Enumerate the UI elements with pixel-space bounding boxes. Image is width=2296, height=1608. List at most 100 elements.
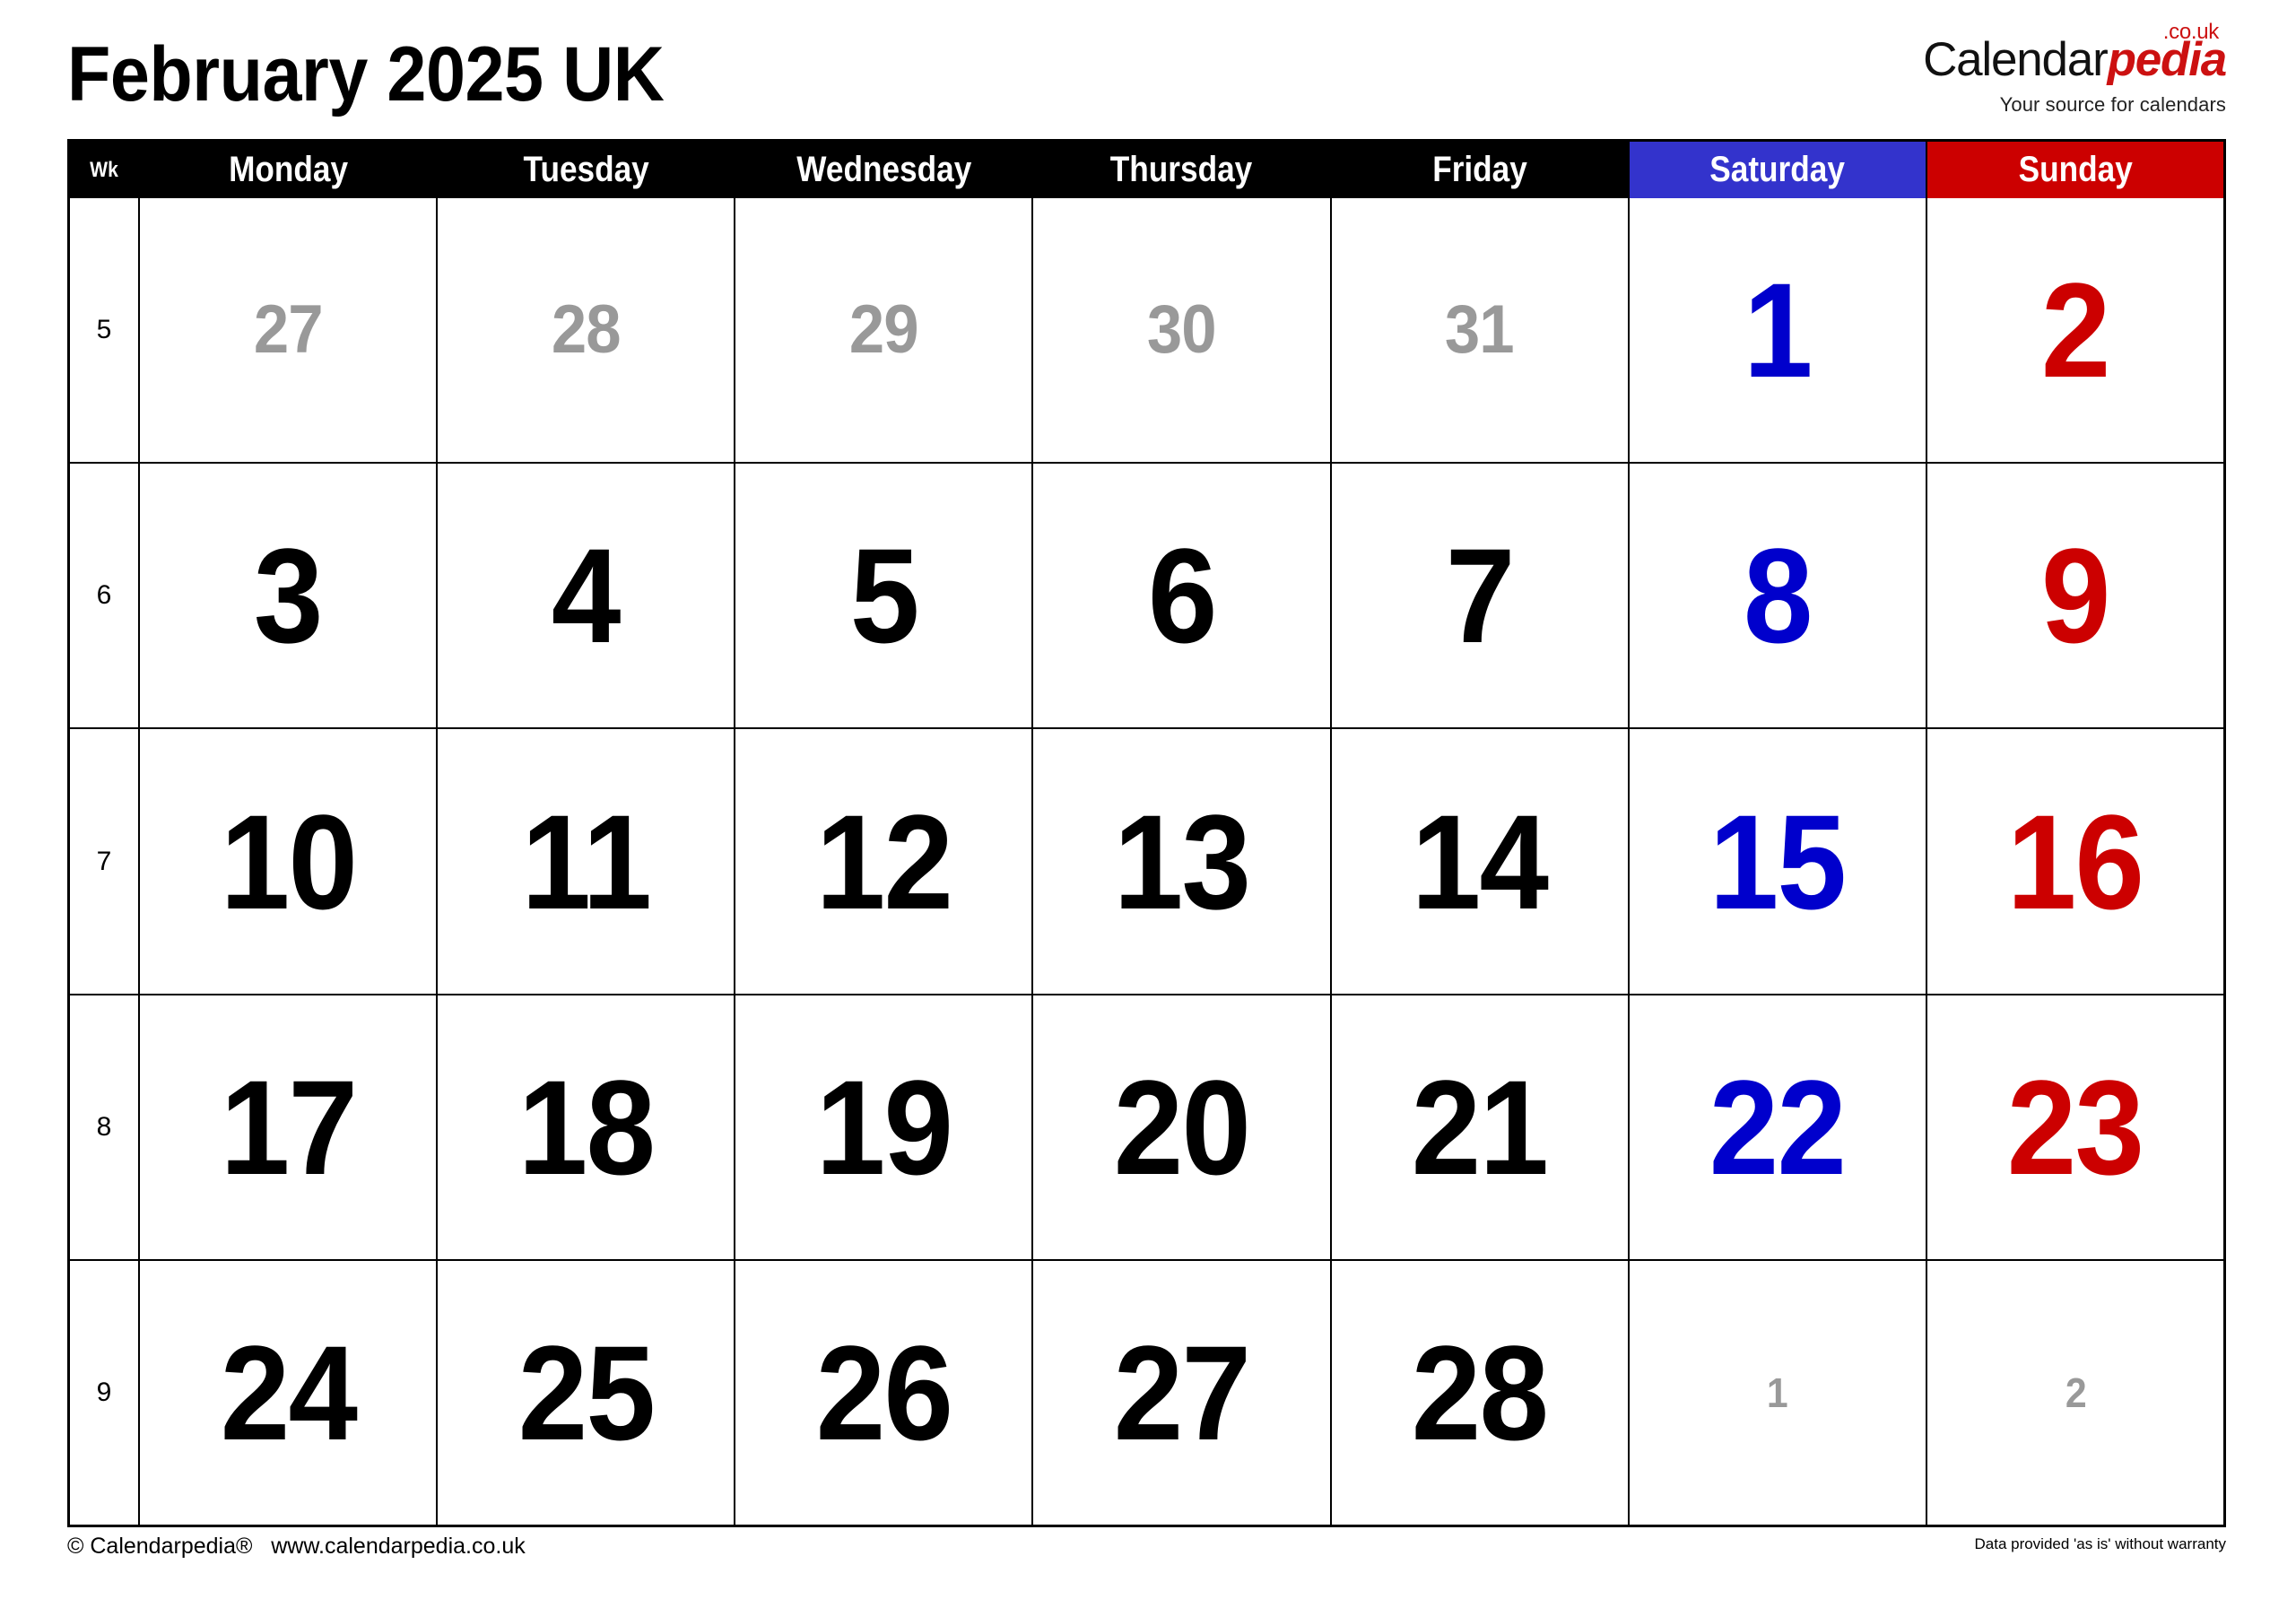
day-cell-wednesday[interactable]: 26: [735, 1260, 1034, 1525]
day-number: 24: [220, 1317, 357, 1468]
day-number: 17: [220, 1051, 357, 1203]
header-day-tuesday: Tuesday: [438, 142, 736, 198]
day-number: 18: [517, 1051, 655, 1203]
day-cell-friday[interactable]: 31: [1331, 198, 1630, 463]
calendar-header-row: Wk Monday Tuesday Wednesday Thursday Fri…: [70, 142, 2223, 198]
header-day-label: Wednesday: [796, 150, 971, 189]
week-number: 7: [96, 846, 112, 876]
day-number: 21: [1411, 1051, 1549, 1203]
day-number: 9: [2041, 520, 2111, 672]
day-cell-saturday[interactable]: 22: [1629, 995, 1927, 1259]
day-number: 1: [1767, 1369, 1788, 1416]
header-day-sunday: Sunday: [1926, 142, 2223, 198]
day-number: 15: [1709, 786, 1847, 937]
day-cell-monday[interactable]: 3: [140, 464, 439, 728]
day-number: 22: [1709, 1051, 1847, 1203]
day-cell-thursday[interactable]: 13: [1033, 729, 1332, 994]
day-cell-sunday[interactable]: 9: [1926, 464, 2223, 728]
day-cell-tuesday[interactable]: 25: [438, 1260, 736, 1525]
day-number: 25: [517, 1317, 655, 1468]
day-cell-sunday[interactable]: 2: [1926, 1260, 2223, 1525]
day-cell-saturday[interactable]: 1: [1629, 1260, 1927, 1525]
day-cell-monday[interactable]: 17: [140, 995, 439, 1259]
header-day-thursday: Thursday: [1033, 142, 1332, 198]
day-number: 19: [815, 1051, 953, 1203]
week-number-cell: 9: [70, 1260, 140, 1525]
day-cell-sunday[interactable]: 16: [1926, 729, 2223, 994]
day-cell-wednesday[interactable]: 5: [735, 464, 1034, 728]
day-number: 28: [551, 291, 622, 369]
day-number: 31: [1445, 291, 1515, 369]
day-cell-saturday[interactable]: 8: [1629, 464, 1927, 728]
header-day-label: Saturday: [1709, 150, 1846, 189]
footer-disclaimer: Data provided 'as is' without warranty: [1974, 1535, 2226, 1552]
day-cell-thursday[interactable]: 30: [1033, 198, 1332, 463]
header-day-monday: Monday: [140, 142, 439, 198]
footer-copyright: © Calendarpedia® www.calendarpedia.co.uk: [67, 1534, 526, 1559]
day-number: 26: [815, 1317, 953, 1468]
week-number: 6: [96, 580, 112, 611]
calendar-page: February 2025 UK Calendarpedia .co.uk Yo…: [0, 0, 2296, 1608]
day-number: 3: [254, 520, 324, 672]
day-cell-tuesday[interactable]: 28: [438, 198, 736, 463]
day-cell-tuesday[interactable]: 4: [438, 464, 736, 728]
week-number-cell: 6: [70, 464, 140, 728]
day-number: 20: [1113, 1051, 1251, 1203]
day-number: 4: [552, 520, 622, 672]
day-cell-sunday[interactable]: 2: [1926, 198, 2223, 463]
day-number: 2: [2041, 255, 2111, 406]
week-number-cell: 7: [70, 729, 140, 994]
day-cell-tuesday[interactable]: 11: [438, 729, 736, 994]
day-cell-wednesday[interactable]: 12: [735, 729, 1034, 994]
day-number: 13: [1113, 786, 1251, 937]
day-cell-monday[interactable]: 24: [140, 1260, 439, 1525]
header-day-label: Friday: [1431, 150, 1527, 189]
day-cell-friday[interactable]: 21: [1331, 995, 1630, 1259]
day-cell-thursday[interactable]: 20: [1033, 995, 1332, 1259]
day-number: 12: [815, 786, 953, 937]
day-cell-saturday[interactable]: 15: [1629, 729, 1927, 994]
day-cell-tuesday[interactable]: 18: [438, 995, 736, 1259]
header-day-friday: Friday: [1331, 142, 1630, 198]
header-day-saturday: Saturday: [1629, 142, 1927, 198]
day-cell-friday[interactable]: 28: [1331, 1260, 1630, 1525]
day-number: 2: [2065, 1369, 2086, 1416]
day-number: 14: [1411, 786, 1549, 937]
week-number: 5: [96, 315, 112, 345]
calendarpedia-logo[interactable]: Calendarpedia .co.uk Your source for cal…: [1840, 22, 2227, 135]
calendar-week-row: 6 3 4 5 6 7 8 9: [70, 462, 2223, 728]
page-header: February 2025 UK Calendarpedia .co.uk Yo…: [67, 22, 2227, 131]
week-number-cell: 8: [70, 995, 140, 1259]
week-number: 8: [96, 1111, 112, 1142]
day-number: 16: [2007, 786, 2144, 937]
header-day-wednesday: Wednesday: [735, 142, 1034, 198]
day-cell-sunday[interactable]: 23: [1926, 995, 2223, 1259]
day-number: 30: [1147, 291, 1217, 369]
page-title: February 2025 UK: [67, 31, 665, 117]
header-day-label: Tuesday: [523, 150, 649, 189]
header-week-column: Wk: [70, 142, 140, 198]
day-cell-monday[interactable]: 27: [140, 198, 439, 463]
calendar-week-row: 8 17 18 19 20 21 22 23: [70, 993, 2223, 1259]
day-number: 5: [849, 520, 919, 672]
day-number: 11: [521, 786, 652, 937]
week-number-cell: 5: [70, 198, 140, 463]
day-cell-monday[interactable]: 10: [140, 729, 439, 994]
day-cell-wednesday[interactable]: 29: [735, 198, 1034, 463]
day-cell-saturday[interactable]: 1: [1629, 198, 1927, 463]
day-cell-wednesday[interactable]: 19: [735, 995, 1034, 1259]
calendar-week-row: 5 27 28 29 30 31 1 2: [70, 198, 2223, 463]
day-cell-friday[interactable]: 7: [1331, 464, 1630, 728]
header-day-label: Monday: [228, 150, 348, 189]
header-day-label: Thursday: [1110, 150, 1253, 189]
calendar-body: 5 27 28 29 30 31 1 2 6 3 4 5 6 7 8 9 7 10 11 12 13 14 15 16 8 17 1…: [70, 198, 2223, 1525]
calendar-week-row: 7 10 11 12 13 14 15 16: [70, 727, 2223, 994]
day-number: 27: [1113, 1317, 1251, 1468]
day-number: 28: [1411, 1317, 1549, 1468]
day-number: 6: [1147, 520, 1218, 672]
day-cell-thursday[interactable]: 6: [1033, 464, 1332, 728]
day-number: 23: [2007, 1051, 2144, 1203]
day-cell-friday[interactable]: 14: [1331, 729, 1630, 994]
day-number: 1: [1743, 255, 1813, 406]
day-cell-thursday[interactable]: 27: [1033, 1260, 1332, 1525]
